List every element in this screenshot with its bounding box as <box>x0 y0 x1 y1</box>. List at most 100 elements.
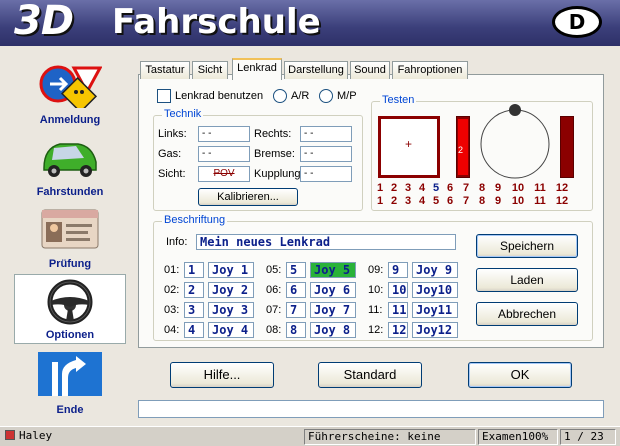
joy-slot-label: 09: <box>368 264 384 276</box>
button-indicator: 2 <box>390 182 398 194</box>
button-indicator-active: 5 <box>432 182 440 194</box>
joy-number-field[interactable]: 5 <box>286 262 306 278</box>
joy-number-field[interactable]: 12 <box>388 322 408 338</box>
cancel-button[interactable]: Abbrechen <box>476 302 578 326</box>
status-user-cell: Haley <box>2 429 302 445</box>
wheel-rotation-dial <box>480 104 550 179</box>
options-panel: Lenkrad benutzen A/R M/P Technik Links: … <box>134 54 610 356</box>
rechts-label: Rechts: <box>254 128 292 140</box>
user-icon <box>5 430 15 440</box>
sidebar-item-anmeldung[interactable]: Anmeldung <box>14 58 126 128</box>
standard-button[interactable]: Standard <box>318 362 422 388</box>
links-field[interactable]: - - <box>198 126 250 142</box>
sicht-label: Sicht: <box>158 168 186 180</box>
joy-number-field[interactable]: 3 <box>184 302 204 318</box>
sidebar-item-label: Fahrstunden <box>36 186 104 198</box>
joy-name-field[interactable]: Joy 6 <box>310 282 356 298</box>
joy-name-field[interactable]: Joy 1 <box>208 262 254 278</box>
sidebar: Anmeldung Fahrstunden Prüfung Optionen E… <box>6 54 128 416</box>
joy-number-field[interactable]: 1 <box>184 262 204 278</box>
gas-field[interactable]: - - <box>198 146 250 162</box>
joy-number-field[interactable]: 6 <box>286 282 306 298</box>
joy-name-field[interactable]: Joy 7 <box>310 302 356 318</box>
testen-group: Testen + 2 1 2 3 4 5 6 7 8 9 10 11 12 1 … <box>371 94 593 211</box>
button-row-1: 1 2 3 4 5 6 7 8 9 10 11 12 <box>372 182 592 194</box>
joy-name-field-active[interactable]: Joy 5 <box>310 262 356 278</box>
bremse-field[interactable]: - - <box>300 146 352 162</box>
joy-name-field[interactable]: Joy10 <box>412 282 458 298</box>
mode-mp-radio[interactable] <box>319 89 333 103</box>
tab-darstellung[interactable]: Darstellung <box>284 61 348 79</box>
joy-name-field[interactable]: Joy12 <box>412 322 458 338</box>
tab-sound[interactable]: Sound <box>350 61 390 79</box>
button-indicator: 11 <box>534 182 546 194</box>
joy-number-field[interactable]: 2 <box>184 282 204 298</box>
joy-slot-label: 04: <box>164 324 180 336</box>
use-wheel-label: Lenkrad benutzen <box>175 90 264 102</box>
button-indicator: 1 <box>376 195 384 207</box>
beschriftung-title: Beschriftung <box>162 214 228 226</box>
joy-slot-label: 12: <box>368 324 384 336</box>
joy-name-field[interactable]: Joy 9 <box>412 262 458 278</box>
sidebar-item-label: Ende <box>56 404 84 416</box>
calibrate-button[interactable]: Kalibrieren... <box>198 188 298 206</box>
joy-slot-label: 02: <box>164 284 180 296</box>
sidebar-item-optionen[interactable]: Optionen <box>14 274 126 344</box>
logo-title: Fahrschule <box>112 2 321 42</box>
steering-wheel-icon <box>47 279 93 325</box>
joy-number-field[interactable]: 8 <box>286 322 306 338</box>
button-indicator: 1 <box>376 182 384 194</box>
joy-name-field[interactable]: Joy 4 <box>208 322 254 338</box>
save-button[interactable]: Speichern <box>476 234 578 258</box>
info-input[interactable]: Mein neues Lenkrad <box>196 234 456 250</box>
joy-slot-label: 03: <box>164 304 180 316</box>
mode-ar-label: A/R <box>291 90 310 102</box>
joy-number-field[interactable]: 11 <box>388 302 408 318</box>
joy-name-field[interactable]: Joy 2 <box>208 282 254 298</box>
joy-number-field[interactable]: 9 <box>388 262 408 278</box>
button-indicator: 8 <box>478 195 486 207</box>
mode-ar-radio[interactable] <box>273 89 287 103</box>
status-licenses: Führerscheine: keine <box>304 429 476 445</box>
joy-number-field[interactable]: 10 <box>388 282 408 298</box>
load-button[interactable]: Laden <box>476 268 578 292</box>
gas-label: Gas: <box>158 148 182 160</box>
button-indicator: 5 <box>432 195 440 207</box>
button-indicator: 10 <box>511 182 525 194</box>
traffic-signs-icon <box>39 65 102 108</box>
sidebar-item-fahrstunden[interactable]: Fahrstunden <box>14 130 126 200</box>
xy-test-box: + <box>378 116 440 178</box>
sidebar-item-pruefung[interactable]: Prüfung <box>14 202 126 272</box>
button-indicator: 9 <box>494 182 502 194</box>
joy-number-field[interactable]: 7 <box>286 302 306 318</box>
ok-button[interactable]: OK <box>468 362 572 388</box>
country-badge: D <box>552 6 602 38</box>
joy-slot-label: 10: <box>368 284 384 296</box>
app-header: 3D Fahrschule D <box>0 0 620 46</box>
sidebar-item-label: Anmeldung <box>39 114 101 126</box>
tab-sicht[interactable]: Sicht <box>192 61 228 79</box>
mode-mp-label: M/P <box>337 90 357 102</box>
logo-3d: 3D <box>14 0 74 44</box>
sicht-field[interactable]: POV <box>198 166 250 182</box>
button-indicator: 11 <box>534 195 546 207</box>
joy-number-field[interactable]: 4 <box>184 322 204 338</box>
button-indicator: 12 <box>555 195 569 207</box>
bremse-label: Bremse: <box>254 148 295 160</box>
tab-tastatur[interactable]: Tastatur <box>140 61 190 79</box>
rechts-field[interactable]: - - <box>300 126 352 142</box>
tab-fahroptionen[interactable]: Fahroptionen <box>392 61 468 79</box>
status-user: Haley <box>19 429 53 442</box>
use-wheel-checkbox[interactable] <box>157 89 171 103</box>
button-indicator: 6 <box>446 182 454 194</box>
joy-name-field[interactable]: Joy11 <box>412 302 458 318</box>
kupplung-field[interactable]: - - <box>300 166 352 182</box>
help-button[interactable]: Hilfe... <box>170 362 274 388</box>
crosshair-icon: + <box>405 137 413 151</box>
joy-slot-label: 01: <box>164 264 180 276</box>
joy-name-field[interactable]: Joy 8 <box>310 322 356 338</box>
tab-lenkrad[interactable]: Lenkrad <box>232 58 282 80</box>
sidebar-item-ende[interactable]: Ende <box>14 348 126 418</box>
button-indicator: 7 <box>462 195 470 207</box>
joy-name-field[interactable]: Joy 3 <box>208 302 254 318</box>
